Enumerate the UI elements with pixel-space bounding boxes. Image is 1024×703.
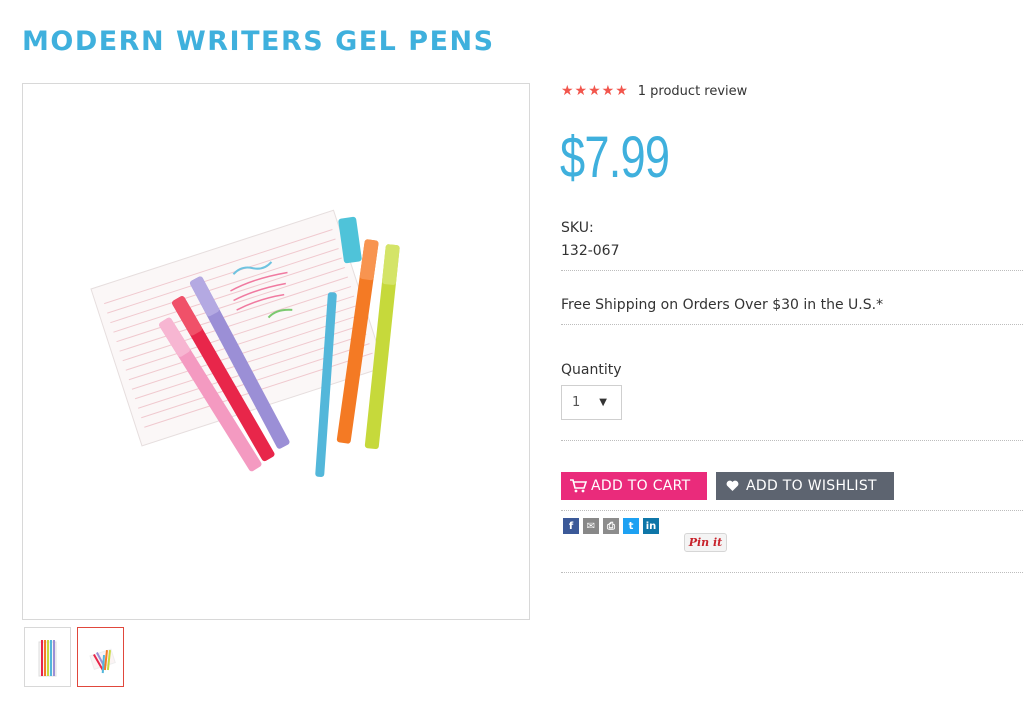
- rating-stars-icon: ★★★★★: [561, 83, 629, 99]
- divider: [561, 440, 1024, 441]
- thumbnail-2[interactable]: [77, 627, 124, 687]
- review-count-link[interactable]: 1 product review: [638, 84, 748, 99]
- quantity-selected-value: 1: [572, 395, 581, 410]
- product-price: $7.99: [560, 125, 670, 190]
- cart-icon: [570, 479, 587, 493]
- email-icon[interactable]: ✉: [583, 518, 599, 534]
- sku-label: SKU:: [561, 220, 594, 236]
- pinterest-pin-button[interactable]: Pin it: [684, 533, 727, 552]
- add-to-wishlist-button[interactable]: ADD TO WISHLIST: [716, 472, 894, 500]
- share-icons: f ✉ ⎙ t in: [563, 518, 659, 534]
- quantity-label: Quantity: [561, 362, 622, 378]
- linkedin-icon[interactable]: in: [643, 518, 659, 534]
- divider: [561, 324, 1024, 325]
- sku-value: 132-067: [561, 243, 620, 259]
- divider: [561, 510, 1024, 511]
- thumbnail-2-image: [89, 648, 116, 674]
- thumbnail-1[interactable]: [24, 627, 71, 687]
- product-photo-illustration: [90, 209, 400, 477]
- heart-icon: [726, 480, 739, 492]
- quantity-select[interactable]: 1 ▼: [561, 385, 622, 420]
- add-to-cart-label: ADD TO CART: [591, 478, 691, 494]
- add-to-wishlist-label: ADD TO WISHLIST: [746, 478, 877, 494]
- rating-summary: ★★★★★ 1 product review: [561, 83, 747, 99]
- twitter-icon[interactable]: t: [623, 518, 639, 534]
- add-to-cart-button[interactable]: ADD TO CART: [561, 472, 707, 500]
- product-title: MODERN WRITERS GEL PENS: [22, 26, 495, 57]
- facebook-icon[interactable]: f: [563, 518, 579, 534]
- shipping-note: Free Shipping on Orders Over $30 in the …: [561, 297, 884, 313]
- divider: [561, 572, 1024, 573]
- chevron-down-icon: ▼: [599, 397, 607, 408]
- divider: [561, 270, 1024, 271]
- product-main-image[interactable]: [22, 83, 530, 620]
- thumbnail-1-image: [38, 640, 57, 677]
- print-icon[interactable]: ⎙: [603, 518, 619, 534]
